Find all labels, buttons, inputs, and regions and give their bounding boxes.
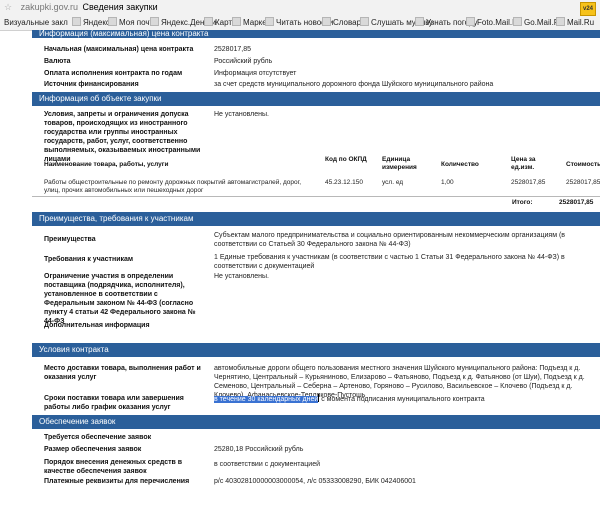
row-label-participation-limit: Ограничение участия в определении постав…	[44, 273, 196, 325]
item-okpd: 45.23.12.150	[325, 179, 363, 186]
row-value-participation-limit: Не установлены.	[214, 273, 269, 280]
weather-icon	[415, 17, 424, 26]
mail-icon	[108, 17, 117, 26]
page-title-text: Сведения закупки	[82, 2, 158, 12]
item-name: Работы общестроительные по ремонту дорож…	[44, 179, 302, 194]
row-value-payment-details: р/с 40302810000003000054, л/с 0533300829…	[214, 478, 416, 485]
row-label-advantages: Преимущества	[44, 236, 96, 243]
row-label-payment-details: Платежные реквизиты для перечисления	[44, 478, 190, 485]
row-value-payment-years: Информация отсутствует	[214, 70, 297, 77]
yandex-icon	[72, 17, 81, 26]
row-label-deadline: Сроки поставки товара или завершения раб…	[44, 395, 184, 411]
selected-text[interactable]: в течение 30 календарных дней	[214, 396, 319, 403]
col-header-price: Цена за ед.изм.	[511, 156, 536, 171]
row-label-currency: Валюта	[44, 58, 71, 65]
go-icon	[513, 17, 522, 26]
bookmark-mail-ru[interactable]: Mail.Ru	[556, 16, 594, 29]
row-label-financing: Источник финансирования	[44, 81, 139, 88]
row-label-delivery-place: Место доставки товара, выполнения работ …	[44, 365, 201, 381]
row-label-security-amount: Размер обеспечения заявок	[44, 446, 142, 453]
row-label-requirements: Требования к участникам	[44, 256, 134, 263]
row-value-security-amount: 25280,18 Российский рубль	[214, 446, 304, 453]
music-icon	[360, 17, 369, 26]
item-cost: 2528017,85	[566, 179, 600, 186]
money-icon	[150, 17, 159, 26]
row-value-requirements: 1 Единые требования к участникам (в соот…	[214, 254, 565, 270]
col-header-cost: Стоимость	[566, 161, 600, 168]
bookmark-dictionaries[interactable]: Словари	[322, 16, 366, 29]
bookmark-yandex[interactable]: Яндекс	[72, 16, 110, 29]
bookmark-visual[interactable]: Визуальные закл	[4, 16, 68, 29]
item-qty: 1,00	[441, 179, 454, 186]
col-header-okpd: Код по ОКПД	[325, 156, 367, 163]
maps-icon	[204, 17, 213, 26]
row-value-financing: за счет средств муниципального дорожного…	[214, 81, 494, 88]
row-label-additional-info: Дополнительная информация	[44, 322, 150, 329]
col-header-name: Наименование товара, работы, услуги	[44, 161, 169, 168]
row-value-advantages: Субъектам малого предпринимательства и с…	[214, 232, 566, 248]
row-value-deadline: в течение 30 календарных дней с момента …	[214, 394, 485, 403]
row-label-security-required: Требуется обеспечение заявок	[44, 434, 152, 441]
row-value-security-procedure: в соответствии с документацией	[214, 461, 320, 468]
row-label-payment-years: Оплата исполнения контракта по годам	[44, 70, 183, 77]
row-label-restrictions: Условия, запреты и ограничения допуска т…	[44, 111, 201, 163]
table-divider	[32, 196, 600, 197]
dictionary-icon	[322, 17, 331, 26]
item-price: 2528017,85	[511, 179, 546, 186]
market-icon	[232, 17, 241, 26]
bookmarks-bar: Визуальные закл Яндекс Моя почта Яндекс.…	[0, 16, 600, 29]
row-value-max-price: 2528017,85	[214, 46, 251, 53]
text-cursor	[318, 394, 320, 402]
col-header-unit: Единица измерения	[382, 156, 417, 171]
total-label: Итого:	[512, 199, 533, 206]
bookmark-star-icon[interactable]: ☆	[4, 2, 12, 12]
extension-icon[interactable]: v24	[580, 2, 596, 16]
col-header-qty: Количество	[441, 161, 479, 168]
row-value-currency: Российский рубль	[214, 58, 273, 65]
address-bar[interactable]: ☆ zakupki.gov.ru Сведения закупки	[4, 2, 596, 13]
news-icon	[265, 17, 274, 26]
procurement-page: Информация (максимальная) цена контракта…	[32, 30, 600, 519]
section-header-price: Информация (максимальная) цена контракта	[32, 30, 600, 38]
mailru-icon	[556, 17, 565, 26]
foto-icon	[466, 17, 475, 26]
item-unit: усл. ед	[382, 179, 404, 186]
row-value-restrictions: Не установлены.	[214, 111, 269, 118]
section-header-object: Информация об объекте закупки	[32, 92, 600, 106]
row-label-security-procedure: Порядок внесения денежных средств в каче…	[44, 459, 183, 475]
row-label-max-price: Начальная (максимальная) цена контракта	[44, 46, 194, 53]
section-header-advantages: Преимущества, требования к участникам	[32, 212, 600, 226]
section-header-security: Обеспечение заявок	[32, 415, 600, 429]
url-host: zakupki.gov.ru	[20, 2, 78, 12]
browser-chrome: ☆ zakupki.gov.ru Сведения закупки v24 Ви…	[0, 0, 600, 31]
total-value: 2528017,85	[559, 199, 594, 206]
section-header-terms: Условия контракта	[32, 343, 600, 357]
